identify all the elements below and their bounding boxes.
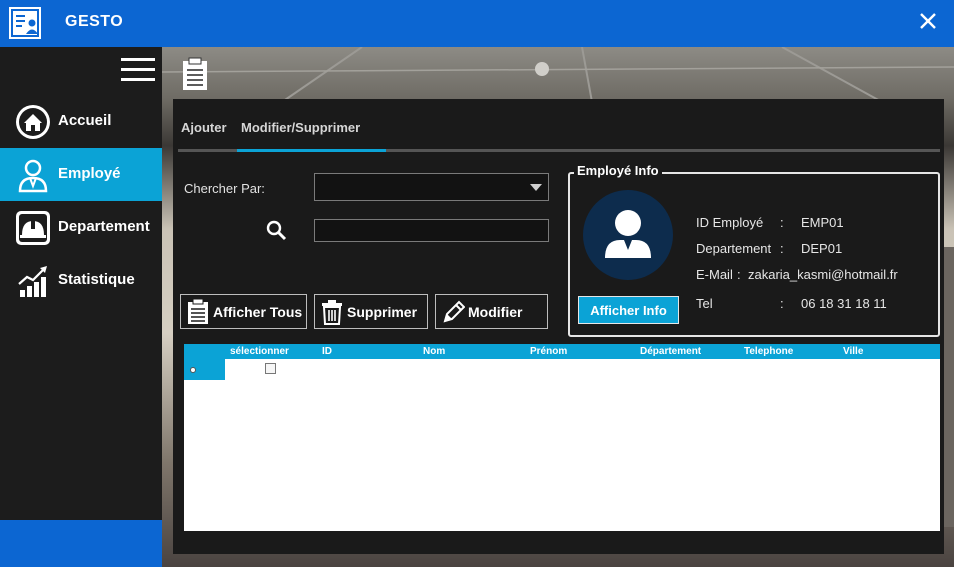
column-header[interactable]: Nom — [423, 346, 445, 357]
chart-icon — [18, 266, 47, 297]
sidebar-footer — [0, 520, 162, 567]
edit-button[interactable]: Modifier — [435, 294, 548, 329]
row-header[interactable] — [184, 359, 225, 380]
show-all-button[interactable]: Afficher Tous — [180, 294, 307, 329]
field-sep: : — [780, 215, 784, 230]
field-value-id: EMP01 — [801, 215, 844, 230]
hamburger-menu-icon[interactable] — [121, 57, 155, 83]
clipboard-icon — [188, 299, 208, 324]
delete-label: Supprimer — [347, 304, 418, 320]
row-indicator-icon — [190, 367, 196, 373]
column-header[interactable]: Département — [640, 346, 701, 357]
field-label-email: E-Mail — [696, 267, 733, 282]
search-by-select[interactable] — [314, 173, 549, 201]
employee-info-title: Employé Info — [574, 163, 662, 178]
tab-modifier-supprimer[interactable]: Modifier/Supprimer — [241, 120, 360, 135]
field-label-id: ID Employé — [696, 215, 764, 230]
field-label-tel: Tel — [696, 296, 713, 311]
home-icon — [16, 105, 50, 139]
user-icon — [18, 159, 48, 193]
hardhat-icon — [16, 211, 50, 245]
active-tab-indicator — [237, 149, 386, 152]
close-icon[interactable] — [916, 9, 940, 33]
app-title: GESTO — [65, 13, 124, 30]
title-bar: GESTO — [0, 0, 954, 47]
main-panel: Ajouter Modifier/Supprimer Chercher Par:… — [173, 99, 944, 554]
column-header[interactable]: Prénom — [530, 346, 567, 357]
field-sep: : — [780, 241, 784, 256]
pencil-icon — [443, 300, 465, 323]
sidebar-item-statistique[interactable]: Statistique — [0, 254, 162, 307]
edit-label: Modifier — [468, 304, 523, 320]
sidebar-item-label: Accueil — [58, 112, 112, 129]
app-logo-icon — [9, 7, 41, 39]
sidebar: Accueil Employé Departement Statistique — [0, 47, 162, 567]
field-label-departement: Departement — [696, 241, 772, 256]
search-icon[interactable] — [265, 219, 287, 241]
chevron-down-icon — [530, 184, 542, 191]
column-header[interactable]: Telephone — [744, 346, 793, 357]
column-header[interactable]: Ville — [843, 346, 863, 357]
field-value-email: zakaria_kasmi@hotmail.fr — [748, 267, 898, 282]
show-info-button[interactable]: Afficher Info — [578, 296, 679, 324]
column-header[interactable]: ID — [322, 346, 332, 357]
table-header: sélectionner ID Nom Prénom Département T… — [184, 344, 940, 359]
sidebar-item-departement[interactable]: Departement — [0, 201, 162, 254]
sidebar-item-label: Departement — [58, 218, 150, 235]
field-sep: : — [737, 267, 741, 282]
field-sep: : — [780, 296, 784, 311]
column-header[interactable]: sélectionner — [230, 346, 289, 357]
delete-button[interactable]: Supprimer — [314, 294, 428, 329]
employee-table[interactable]: sélectionner ID Nom Prénom Département T… — [184, 344, 940, 531]
clipboard-icon — [183, 57, 207, 90]
sidebar-item-employe[interactable]: Employé — [0, 148, 162, 201]
row-select-checkbox[interactable] — [265, 363, 276, 374]
field-value-departement: DEP01 — [801, 241, 843, 256]
sidebar-item-label: Employé — [58, 165, 121, 182]
show-all-label: Afficher Tous — [213, 304, 303, 320]
avatar-icon — [583, 190, 673, 280]
trash-icon — [322, 300, 342, 325]
search-input[interactable] — [314, 219, 549, 242]
sidebar-item-label: Statistique — [58, 271, 135, 288]
sidebar-item-accueil[interactable]: Accueil — [0, 95, 162, 148]
search-by-label: Chercher Par: — [184, 181, 265, 196]
tab-ajouter[interactable]: Ajouter — [181, 120, 227, 135]
field-value-tel: 06 18 31 18 11 — [801, 296, 887, 311]
